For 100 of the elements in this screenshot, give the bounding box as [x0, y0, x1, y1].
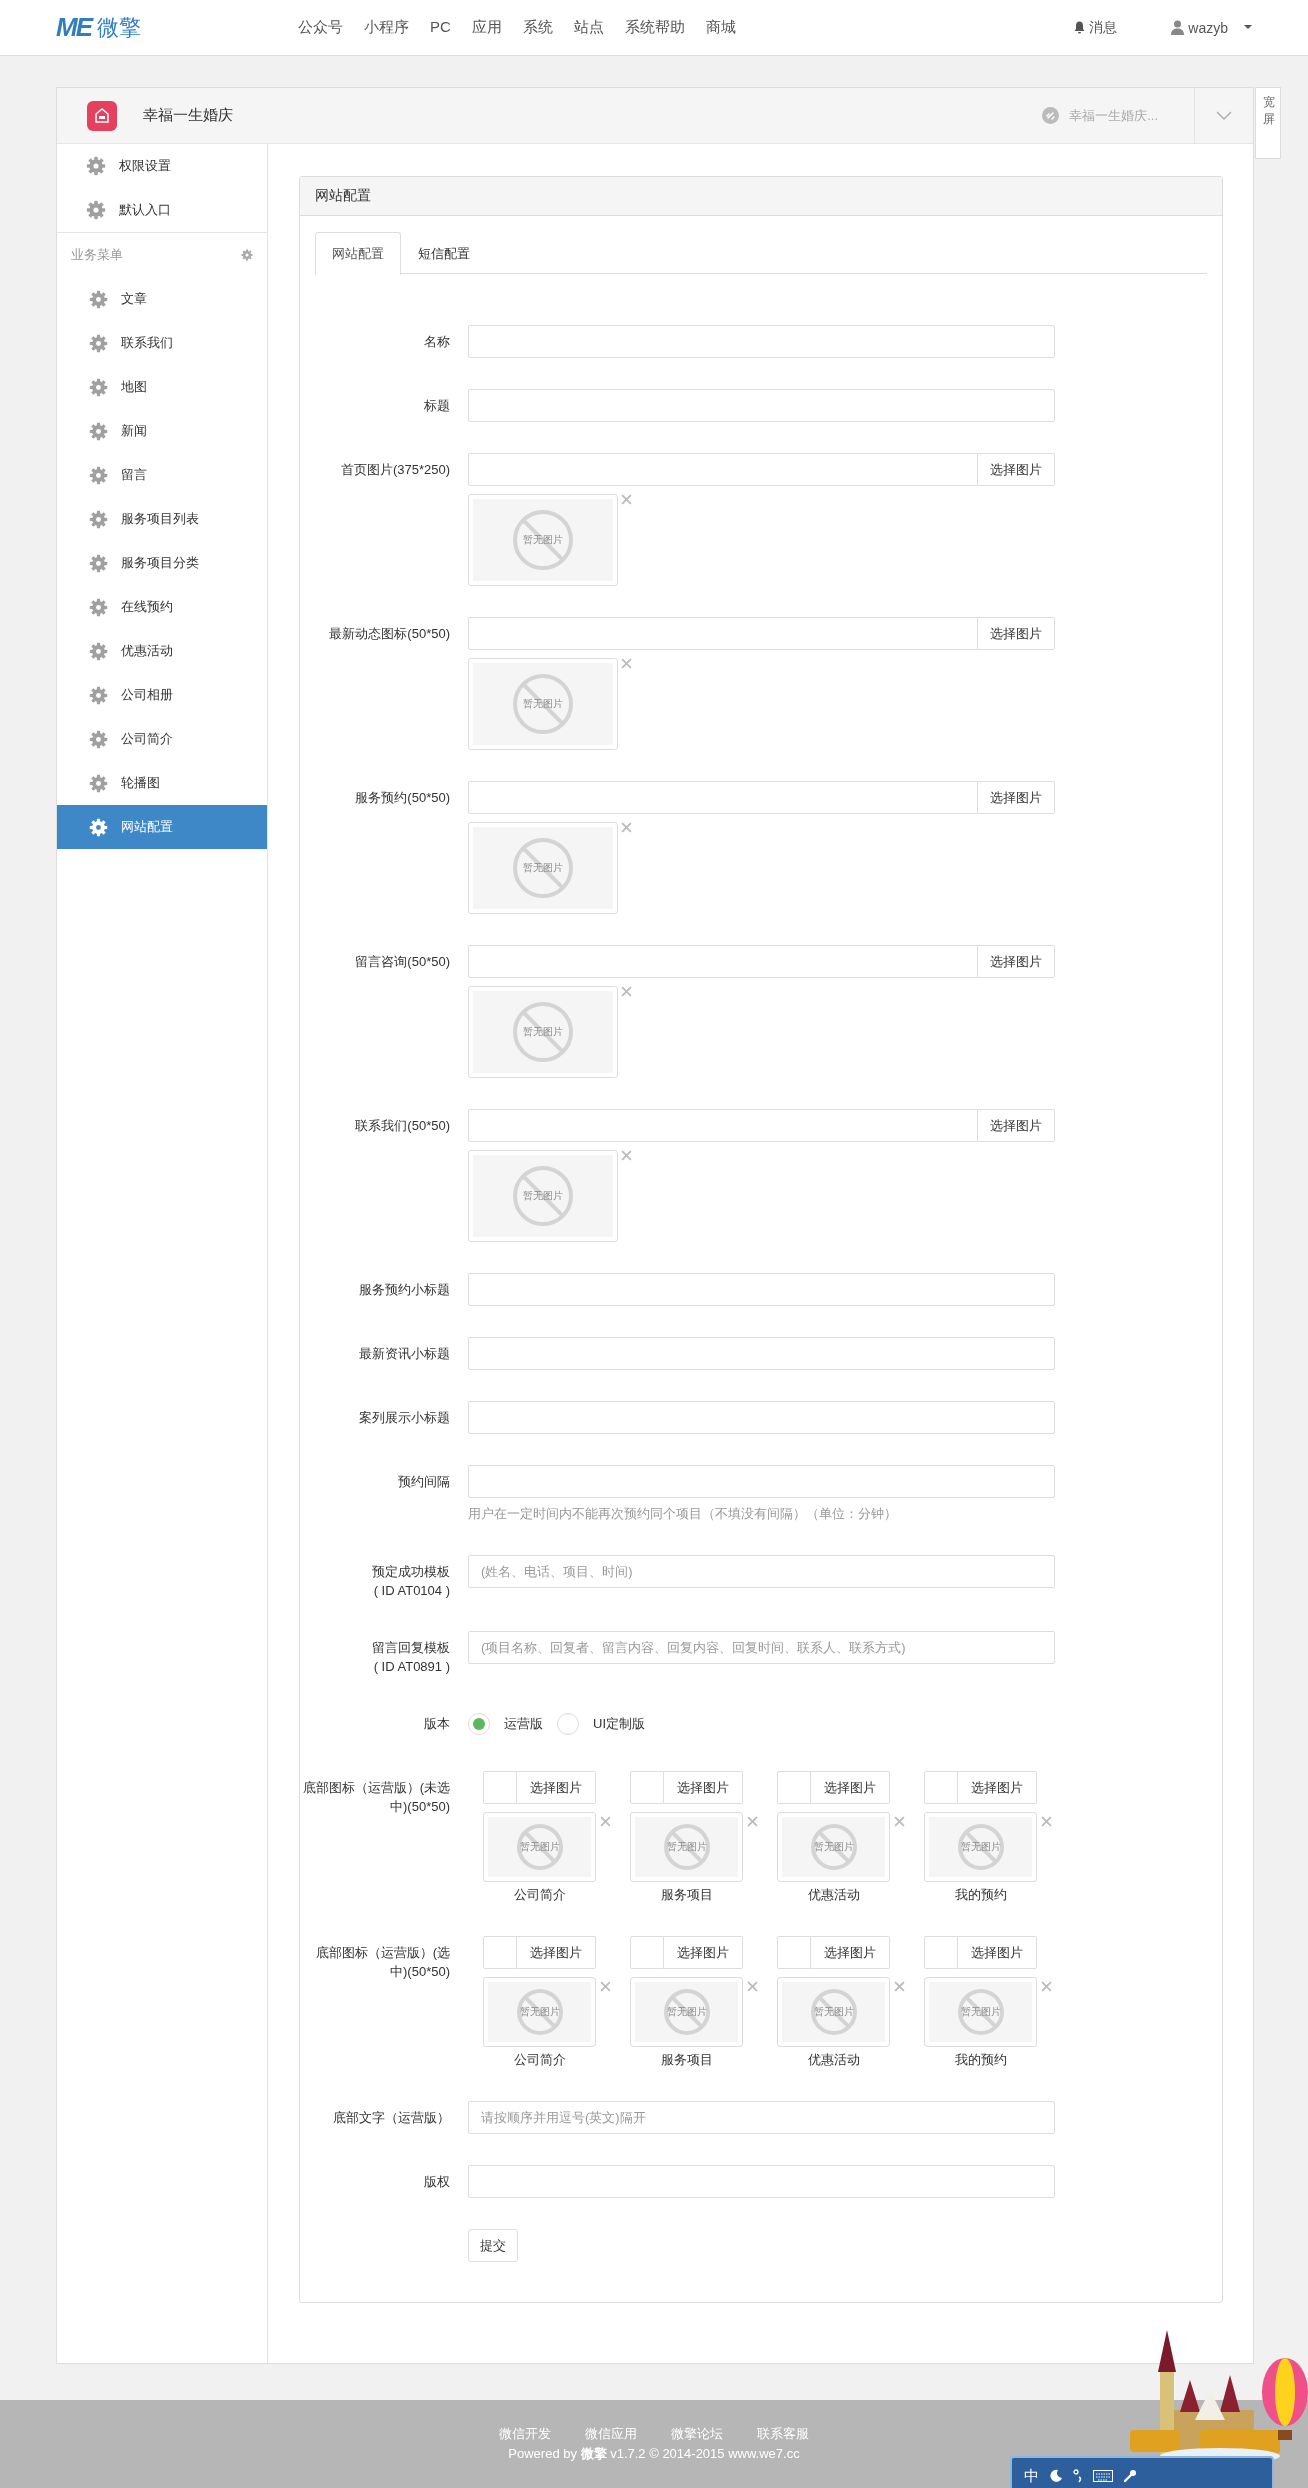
sidebar-item[interactable]: 服务项目分类 — [57, 541, 267, 585]
image-url-field[interactable] — [468, 945, 978, 978]
image-url-field[interactable] — [777, 1771, 811, 1804]
close-icon[interactable] — [621, 986, 632, 997]
text-field[interactable]: 请按顺序并用逗号(英文)隔开 — [468, 2101, 1055, 2134]
text-field[interactable] — [468, 1337, 1055, 1370]
sidebar-item[interactable]: 在线预约 — [57, 585, 267, 629]
radio-label[interactable]: UI定制版 — [593, 1714, 645, 1733]
tab[interactable]: 短信配置 — [401, 232, 487, 274]
nav-link[interactable]: 公众号 — [298, 18, 343, 37]
close-icon[interactable] — [621, 1150, 632, 1161]
close-icon[interactable] — [600, 1981, 611, 1992]
text-field[interactable]: (项目名称、回复者、留言内容、回复内容、回复时间、联系人、联系方式) — [468, 1631, 1055, 1664]
select-image-button[interactable]: 选择图片 — [517, 1771, 596, 1804]
close-icon[interactable] — [621, 494, 632, 505]
tab[interactable]: 网站配置 — [315, 232, 401, 275]
image-url-field[interactable] — [468, 453, 978, 486]
keyboard-icon[interactable] — [1093, 2470, 1113, 2482]
sidebar-item[interactable]: 留言 — [57, 453, 267, 497]
select-image-button[interactable]: 选择图片 — [978, 453, 1055, 486]
sidebar-item[interactable]: 公司简介 — [57, 717, 267, 761]
select-image-button[interactable]: 选择图片 — [664, 1936, 743, 1969]
field-label: 底部图标（运营版）(选中)(50*50) — [314, 1944, 450, 1981]
close-icon[interactable] — [621, 822, 632, 833]
image-url-field[interactable] — [924, 1936, 958, 1969]
nav-link[interactable]: 商城 — [705, 18, 736, 37]
image-url-field[interactable] — [630, 1771, 664, 1804]
placeholder-text: 暂无图片 — [523, 1025, 563, 1039]
field-label: 首页图片(375*250) — [339, 461, 450, 479]
nav-link[interactable]: 小程序 — [364, 18, 409, 37]
gear-icon — [86, 156, 106, 176]
select-image-button[interactable]: 选择图片 — [958, 1936, 1037, 1969]
select-image-button[interactable]: 选择图片 — [664, 1771, 743, 1804]
select-image-button[interactable]: 选择图片 — [978, 781, 1055, 814]
nav-link[interactable]: 系统 — [522, 18, 553, 37]
no-image-icon — [513, 838, 573, 898]
close-icon[interactable] — [894, 1816, 905, 1827]
image-url-field[interactable] — [924, 1771, 958, 1804]
user-menu[interactable]: wazyb — [1188, 19, 1228, 36]
close-icon[interactable] — [894, 1981, 905, 1992]
sidebar-item[interactable]: 默认入口 — [57, 188, 267, 232]
sidebar-item[interactable]: 文章 — [57, 277, 267, 321]
logo-mark[interactable]: ME — [56, 12, 91, 43]
image-url-field[interactable] — [468, 617, 978, 650]
select-image-button[interactable]: 选择图片 — [978, 1109, 1055, 1142]
image-url-field[interactable] — [777, 1936, 811, 1969]
wide-screen-button[interactable]: 宽屏 — [1255, 87, 1281, 159]
chevron-down-icon[interactable] — [1216, 111, 1232, 120]
text-field[interactable] — [468, 1465, 1055, 1498]
nav-link[interactable]: 站点 — [573, 18, 604, 37]
messages-link[interactable]: 消息 — [1089, 18, 1118, 37]
sidebar-item[interactable]: 网站配置 — [57, 805, 267, 849]
close-icon[interactable] — [1041, 1981, 1052, 1992]
sidebar-item[interactable]: 权限设置 — [57, 144, 267, 188]
close-icon[interactable] — [621, 658, 632, 669]
logo-name[interactable]: 微擎 — [97, 12, 141, 43]
image-url-field[interactable] — [483, 1771, 517, 1804]
placeholder-text: 暂无图片 — [666, 1840, 707, 1854]
sidebar-item[interactable]: 轮播图 — [57, 761, 267, 805]
select-image-button[interactable]: 选择图片 — [811, 1936, 890, 1969]
close-icon[interactable] — [1041, 1816, 1052, 1827]
icon-caption: 公司简介 — [512, 1886, 567, 1904]
close-icon[interactable] — [600, 1816, 611, 1827]
gear-icon — [89, 641, 108, 661]
text-field[interactable] — [468, 1401, 1055, 1434]
image-url-field[interactable] — [630, 1936, 664, 1969]
moon-icon[interactable] — [1049, 2469, 1063, 2483]
close-icon[interactable] — [747, 1816, 758, 1827]
text-field[interactable] — [468, 325, 1055, 358]
caret-icon[interactable] — [1244, 25, 1252, 30]
close-icon[interactable] — [747, 1981, 758, 1992]
sidebar-item[interactable]: 公司相册 — [57, 673, 267, 717]
input-mode-toggle[interactable]: 中 — [1024, 2466, 1039, 2486]
image-url-field[interactable] — [483, 1936, 517, 1969]
section-title: 业务菜单 — [71, 246, 123, 264]
nav-link[interactable]: PC — [430, 18, 451, 37]
punctuation-icon[interactable] — [1073, 2469, 1083, 2483]
image-url-field[interactable] — [468, 781, 978, 814]
sidebar-item[interactable]: 服务项目列表 — [57, 497, 267, 541]
select-image-button[interactable]: 选择图片 — [978, 945, 1055, 978]
select-image-button[interactable]: 选择图片 — [978, 617, 1055, 650]
radio-label[interactable]: 运营版 — [504, 1714, 543, 1733]
nav-link[interactable]: 应用 — [471, 18, 502, 37]
sidebar-item[interactable]: 优惠活动 — [57, 629, 267, 673]
sidebar-item[interactable]: 地图 — [57, 365, 267, 409]
select-image-button[interactable]: 选择图片 — [811, 1771, 890, 1804]
text-field[interactable] — [468, 389, 1055, 422]
wrench-icon[interactable] — [1123, 2469, 1137, 2483]
sidebar-item[interactable]: 联系我们 — [57, 321, 267, 365]
text-field[interactable] — [468, 1273, 1055, 1306]
submit-button[interactable]: 提交 — [468, 2229, 518, 2262]
select-image-button[interactable]: 选择图片 — [517, 1936, 596, 1969]
image-url-field[interactable] — [468, 1109, 978, 1142]
nav-link[interactable]: 系统帮助 — [624, 18, 685, 37]
text-field[interactable] — [468, 2165, 1055, 2198]
icon-caption: 优惠活动 — [806, 2051, 861, 2069]
select-image-button[interactable]: 选择图片 — [958, 1771, 1037, 1804]
text-field[interactable]: (姓名、电话、项目、时间) — [468, 1555, 1055, 1588]
sidebar-item[interactable]: 新闻 — [57, 409, 267, 453]
placeholder-text: 暂无图片 — [523, 533, 563, 547]
